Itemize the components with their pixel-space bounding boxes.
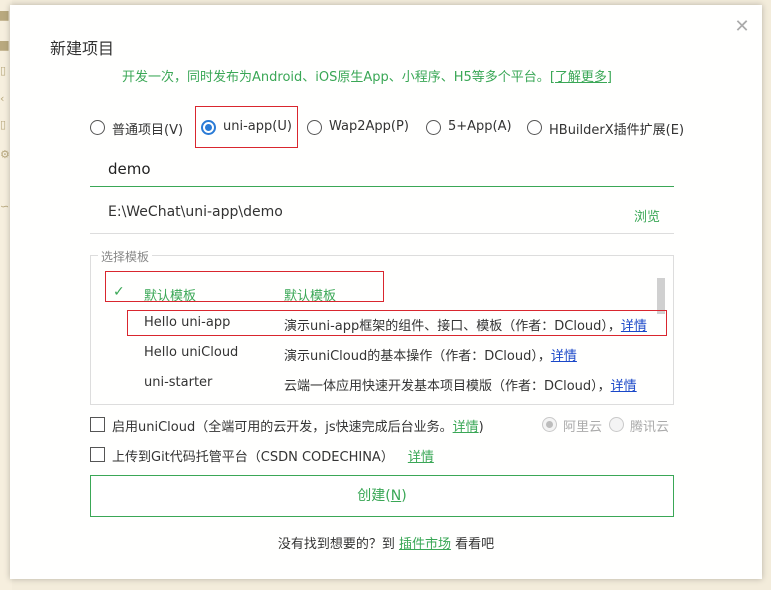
template-detail-link[interactable]: 详情 [611,379,637,394]
create-label-end: ) [401,488,407,504]
highlight-box [195,106,298,148]
footer-text: 没有找到想要的？到 [277,537,399,552]
checkbox-box [90,447,105,462]
radio-circle [527,120,542,135]
create-label: 创建( [357,488,391,504]
radio-circle [609,417,624,432]
browse-button[interactable]: 浏览 [634,206,660,225]
radio-label: 腾讯云 [630,420,670,435]
new-project-dialog: ✕ 新建项目 开发一次，同时发布为Android、iOS原生App、小程序、H5… [10,5,762,579]
checkbox-box [90,417,105,432]
template-detail-link[interactable]: 详情 [551,349,577,364]
subtitle-text: 开发一次，同时发布为Android、iOS原生App、小程序、H5等多个平台。 [122,70,550,85]
radio-circle [542,417,557,432]
footer-suffix: 看看吧 [451,537,495,552]
project-path[interactable]: E:\WeChat\uni-app\demo [108,204,283,220]
template-row-uni-starter[interactable]: uni-starter 云端一体应用快速开发基本项目模版（作者：DCloud），… [91,368,651,398]
plugin-market-link[interactable]: 插件市场 [399,537,451,552]
radio-circle [90,120,105,135]
template-list-scrollbar[interactable] [657,278,665,314]
footer-hint: 没有找到想要的？到 插件市场 看看吧 [10,533,762,552]
unicloud-suffix: ) [478,420,484,435]
highlight-box [105,271,384,302]
radio-circle [307,120,322,135]
template-desc-text: 演示uniCloud的基本操作（作者：DCloud）， [284,349,551,364]
unicloud-label: 启用uniCloud（全端可用的云开发，js快速完成后台业务。 [112,420,453,435]
radio-label: 阿里云 [563,420,603,435]
dialog-title: 新建项目 [50,39,115,58]
checkbox-label: 上传到Git代码托管平台（CSDN CODECHINA） 详情 [112,446,434,465]
close-icon[interactable]: ✕ [732,17,752,37]
radio-label: 5+App(A) [448,119,512,134]
radio-circle [426,120,441,135]
template-desc-text: 云端一体应用快速开发基本项目模版（作者：DCloud）， [284,379,611,394]
create-button[interactable]: 创建(N) [90,475,674,517]
template-desc: 云端一体应用快速开发基本项目模版（作者：DCloud），详情 [284,375,637,394]
dialog-subtitle: 开发一次，同时发布为Android、iOS原生App、小程序、H5等多个平台。[… [122,66,612,85]
checkbox-label: 启用uniCloud（全端可用的云开发，js快速完成后台业务。详情) [112,416,484,435]
radio-label: 普通项目(V) [112,123,184,138]
radio-label: Wap2App(P) [329,119,409,134]
git-detail-link[interactable]: 详情 [408,450,434,465]
radio-label: HBuilderX插件扩展(E) [549,123,685,138]
unicloud-detail-link[interactable]: 详情 [453,420,479,435]
git-label: 上传到Git代码托管平台（CSDN CODECHINA） [112,450,394,465]
highlight-box [127,310,667,336]
template-row-hello-unicloud[interactable]: Hello uniCloud 演示uniCloud的基本操作（作者：DCloud… [91,338,651,368]
project-name-input[interactable] [90,151,674,187]
learn-more-link[interactable]: [了解更多] [550,70,612,85]
template-legend: 选择模板 [98,248,153,265]
create-shortcut-key: N [390,488,402,504]
template-name: Hello uniCloud [144,345,239,360]
template-desc: 演示uniCloud的基本操作（作者：DCloud），详情 [284,345,577,364]
project-path-row: E:\WeChat\uni-app\demo 浏览 [90,200,674,234]
template-name: uni-starter [144,375,213,390]
